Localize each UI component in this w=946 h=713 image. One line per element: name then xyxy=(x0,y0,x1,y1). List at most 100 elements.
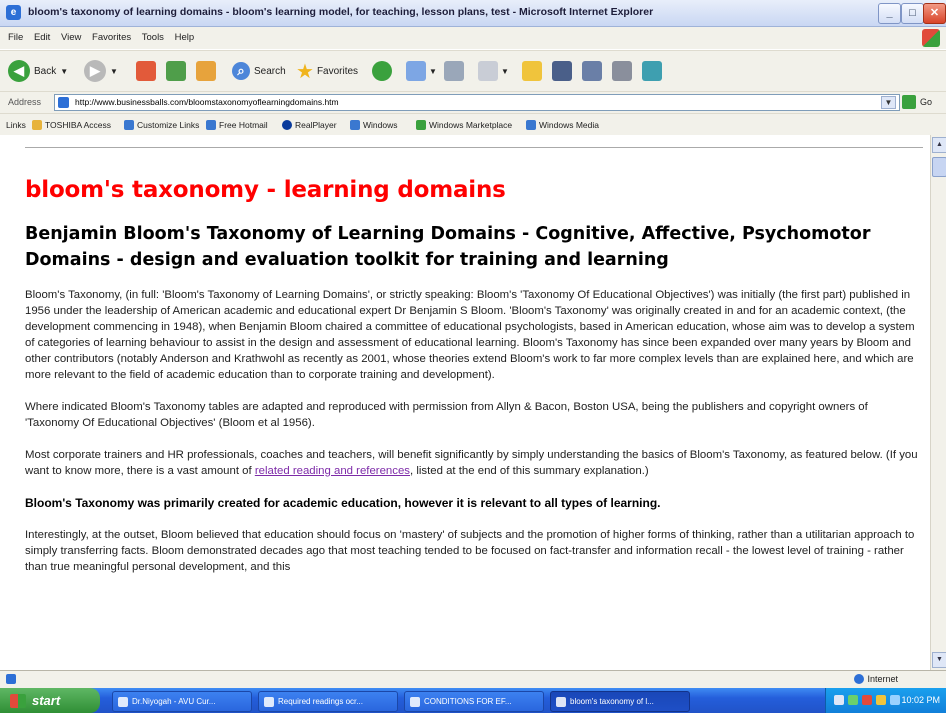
paragraph-trainers: Most corporate trainers and HR professio… xyxy=(25,447,923,479)
ie-logo-icon: e xyxy=(6,5,21,20)
history-button[interactable] xyxy=(372,59,392,83)
scroll-up-icon[interactable]: ▲ xyxy=(932,137,946,153)
address-url[interactable]: http://www.businessballs.com/bloomstaxon… xyxy=(75,97,339,107)
link-realplayer[interactable]: RealPlayer xyxy=(282,120,337,130)
globe-icon xyxy=(854,674,865,684)
folder-icon xyxy=(32,120,42,130)
mail-icon xyxy=(406,61,426,81)
back-label: Back xyxy=(34,65,57,77)
print-button[interactable] xyxy=(444,59,464,83)
research-button[interactable] xyxy=(552,59,572,83)
link-windows[interactable]: Windows xyxy=(350,120,397,130)
ie-page-icon xyxy=(526,120,536,130)
scroll-thumb[interactable] xyxy=(932,157,946,177)
wireless-icon[interactable] xyxy=(890,695,900,705)
edit-button[interactable]: ▼ xyxy=(478,59,509,83)
menu-favorites[interactable]: Favorites xyxy=(92,32,131,43)
windows-flag-icon xyxy=(416,120,426,130)
status-bar: Internet xyxy=(0,670,946,688)
window-icon xyxy=(410,696,420,707)
favorites-label: Favorites xyxy=(316,65,359,77)
link-windows-media[interactable]: Windows Media xyxy=(526,120,599,130)
address-bar: Address http://www.businessballs.com/blo… xyxy=(0,91,946,113)
chevron-down-icon[interactable]: ▼ xyxy=(881,96,896,109)
security-zone: Internet xyxy=(854,674,898,684)
print-icon xyxy=(444,61,464,81)
window-icon xyxy=(118,696,128,707)
system-tray: 10:02 PM xyxy=(825,688,946,713)
address-input[interactable]: http://www.businessballs.com/bloomstaxon… xyxy=(54,94,900,111)
ie-page-icon xyxy=(206,120,216,130)
minimize-button[interactable]: _ xyxy=(878,3,901,24)
standard-toolbar: ◀ Back ▼ ▶ ▼ ⌕ Search ★ Favorites ▼ ▼ xyxy=(0,50,946,91)
antivirus-icon[interactable] xyxy=(862,695,872,705)
menu-help[interactable]: Help xyxy=(175,32,195,43)
link-free-hotmail[interactable]: Free Hotmail xyxy=(206,120,268,130)
vertical-scrollbar[interactable]: ▲ ▼ xyxy=(930,135,946,670)
forward-button[interactable]: ▶ ▼ xyxy=(84,59,118,83)
close-button[interactable]: ✕ xyxy=(923,3,946,24)
menu-tools[interactable]: Tools xyxy=(142,32,164,43)
favorites-button[interactable]: ★ Favorites xyxy=(296,59,358,83)
chevron-down-icon: ▼ xyxy=(110,66,118,76)
home-button[interactable] xyxy=(196,59,216,83)
messenger-button[interactable] xyxy=(612,59,632,83)
link-toshiba-access[interactable]: TOSHIBA Access xyxy=(32,120,111,130)
title-bar: e bloom's taxonomy of learning domains -… xyxy=(0,0,946,27)
network-icon[interactable] xyxy=(834,695,844,705)
chevron-down-icon: ▼ xyxy=(501,66,509,76)
go-arrow-icon[interactable] xyxy=(902,95,916,109)
menu-file[interactable]: File xyxy=(8,32,23,43)
page-status-icon xyxy=(6,674,16,684)
scroll-down-icon[interactable]: ▼ xyxy=(932,652,946,668)
monitor-icon[interactable] xyxy=(848,695,858,705)
taskbar-item-active[interactable]: bloom's taxonomy of l... xyxy=(550,691,690,712)
link-windows-marketplace[interactable]: Windows Marketplace xyxy=(416,120,512,130)
window-title: bloom's taxonomy of learning domains - b… xyxy=(28,6,654,18)
edit-icon xyxy=(478,61,498,81)
ie-page-icon xyxy=(350,120,360,130)
maximize-button[interactable]: □ xyxy=(901,3,924,24)
related-reading-link[interactable]: related reading and references xyxy=(255,465,410,477)
search-button[interactable]: ⌕ Search xyxy=(232,59,286,83)
realplayer-icon xyxy=(282,120,292,130)
paragraph-permission: Where indicated Bloom's Taxonomy tables … xyxy=(25,401,868,429)
stop-button[interactable] xyxy=(136,59,156,83)
start-button[interactable]: start xyxy=(0,688,100,713)
page-icon xyxy=(58,97,69,108)
windows-logo-icon xyxy=(922,29,940,47)
forward-arrow-icon: ▶ xyxy=(84,60,106,82)
link-label: Windows xyxy=(363,120,398,130)
messenger-icon xyxy=(612,61,632,81)
taskbar-item-label: Required readings ocr... xyxy=(278,697,363,706)
search-icon: ⌕ xyxy=(232,62,250,80)
link-customize-links[interactable]: Customize Links xyxy=(124,120,199,130)
paragraph-mastery: Interestingly, at the outset, Bloom beli… xyxy=(25,529,915,573)
media-button[interactable] xyxy=(642,59,662,83)
home-icon xyxy=(196,61,216,81)
folder-icon xyxy=(522,61,542,81)
refresh-icon xyxy=(166,61,186,81)
clock: 10:02 PM xyxy=(901,695,940,705)
page-heading: bloom's taxonomy - learning domains xyxy=(25,177,506,203)
refresh-button[interactable] xyxy=(166,59,186,83)
go-button[interactable]: Go xyxy=(920,97,932,107)
back-arrow-icon: ◀ xyxy=(8,60,30,82)
taskbar-item[interactable]: Required readings ocr... xyxy=(258,691,398,712)
taskbar-item[interactable]: CONDITIONS FOR EF... xyxy=(404,691,544,712)
volume-icon[interactable] xyxy=(876,695,886,705)
taskbar-item-label: Dr.Niyogah - AVU Cur... xyxy=(132,697,216,706)
back-button[interactable]: ◀ Back ▼ xyxy=(8,59,68,83)
taskbar-item[interactable]: Dr.Niyogah - AVU Cur... xyxy=(112,691,252,712)
folder-button[interactable] xyxy=(522,59,542,83)
chevron-down-icon: ▼ xyxy=(60,66,69,76)
link-label: Windows Marketplace xyxy=(429,120,513,130)
mail-button[interactable]: ▼ xyxy=(406,59,437,83)
menu-view[interactable]: View xyxy=(61,32,81,43)
taskbar-item-label: bloom's taxonomy of l... xyxy=(570,697,654,706)
menu-edit[interactable]: Edit xyxy=(34,32,50,43)
links-bar: Links TOSHIBA Access Customize Links Fre… xyxy=(0,113,946,136)
chevron-down-icon: ▼ xyxy=(429,66,437,76)
windows-logo-icon xyxy=(10,693,26,708)
discuss-button[interactable] xyxy=(582,59,602,83)
